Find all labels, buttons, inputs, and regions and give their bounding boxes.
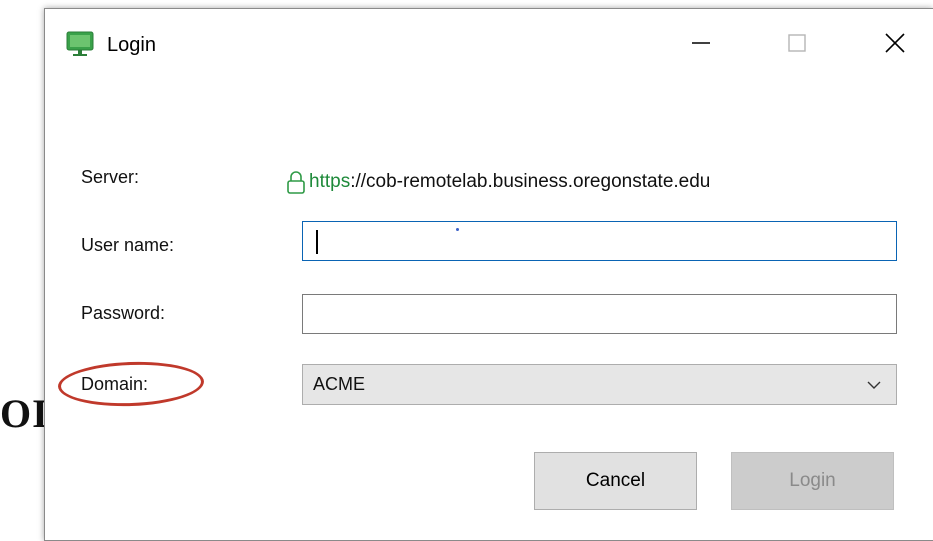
- close-button[interactable]: [875, 25, 915, 61]
- login-dialog: Login Server: https://cob-remotelab.busi…: [44, 8, 933, 541]
- window-title: Login: [107, 34, 156, 56]
- password-input[interactable]: [302, 294, 897, 334]
- server-label: Server:: [81, 167, 140, 187]
- text-caret: [316, 230, 318, 254]
- title-bar[interactable]: Login: [45, 9, 933, 73]
- server-url: https://cob-remotelab.business.oregonsta…: [285, 170, 710, 194]
- lock-icon: [287, 171, 305, 194]
- background-page: [0, 0, 44, 541]
- username-label: User name:: [81, 235, 175, 255]
- password-label: Password:: [81, 303, 166, 323]
- minimize-icon: [692, 42, 710, 44]
- close-icon: [885, 33, 905, 53]
- input-artifact-dot: [456, 228, 459, 231]
- server-url-host: ://cob-remotelab.business.oregonstate.ed…: [350, 171, 711, 192]
- login-button[interactable]: Login: [731, 452, 894, 510]
- maximize-button[interactable]: [777, 25, 817, 61]
- cancel-button[interactable]: Cancel: [534, 452, 697, 510]
- minimize-button[interactable]: [681, 25, 721, 61]
- domain-label: Domain:: [81, 374, 149, 394]
- background-text-fragment: OI: [0, 391, 49, 436]
- domain-selected-value: ACME: [313, 374, 366, 394]
- username-input[interactable]: [302, 221, 897, 261]
- server-url-scheme: https: [309, 171, 351, 192]
- domain-select[interactable]: ACME: [302, 364, 897, 405]
- remote-desktop-icon: [66, 31, 94, 56]
- maximize-icon: [788, 34, 806, 52]
- chevron-down-icon: [867, 381, 881, 389]
